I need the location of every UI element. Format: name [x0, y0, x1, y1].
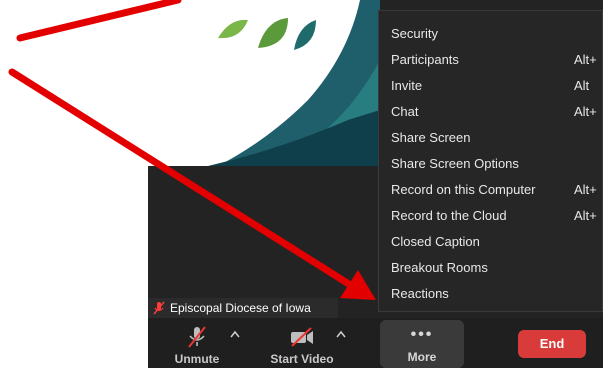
menu-item-shortcut: Alt+: [574, 182, 597, 197]
menu-item-share-screen-options[interactable]: Share Screen Options: [379, 151, 603, 177]
participant-name: Episcopal Diocese of Iowa: [170, 301, 311, 315]
menu-item-reactions[interactable]: Reactions: [379, 281, 603, 307]
menu-item-security[interactable]: Security: [379, 21, 603, 47]
more-menu: Security Participants Alt+ Invite Alt Ch…: [378, 10, 603, 312]
menu-item-chat[interactable]: Chat Alt+: [379, 99, 603, 125]
menu-item-label: Reactions: [391, 286, 449, 301]
menu-item-share-screen[interactable]: Share Screen: [379, 125, 603, 151]
mic-off-icon: [152, 301, 166, 315]
menu-item-shortcut: Alt+: [574, 208, 597, 223]
menu-item-label: Invite: [391, 78, 423, 93]
menu-item-label: Record to the Cloud: [391, 208, 507, 223]
start-video-label: Start Video: [270, 352, 334, 366]
more-dots-icon: •••: [410, 326, 434, 343]
mic-off-icon: [184, 326, 210, 348]
menu-item-shortcut: Alt+: [574, 52, 597, 67]
more-label: More: [407, 350, 437, 364]
menu-item-record-to-the-cloud[interactable]: Record to the Cloud Alt+: [379, 203, 603, 229]
menu-item-label: Breakout Rooms: [391, 260, 488, 275]
menu-item-label: Record on this Computer: [391, 182, 536, 197]
unmute-label: Unmute: [174, 352, 220, 366]
menu-item-invite[interactable]: Invite Alt: [379, 73, 603, 99]
menu-item-label: Share Screen Options: [391, 156, 519, 171]
menu-item-label: Closed Caption: [391, 234, 480, 249]
participant-name-tag: Episcopal Diocese of Iowa: [148, 298, 338, 318]
shared-video-tile: [148, 0, 380, 166]
menu-item-label: Share Screen: [391, 130, 471, 145]
caret-up-icon[interactable]: [336, 330, 346, 338]
unmute-button[interactable]: Unmute: [162, 318, 232, 368]
menu-item-shortcut: Alt+: [574, 104, 597, 119]
end-meeting-button[interactable]: End: [518, 330, 586, 358]
menu-item-breakout-rooms[interactable]: Breakout Rooms: [379, 255, 603, 281]
menu-item-label: Security: [391, 26, 438, 41]
more-button[interactable]: ••• More: [380, 320, 464, 368]
menu-item-closed-caption[interactable]: Closed Caption: [379, 229, 603, 255]
menu-item-record-on-this-computer[interactable]: Record on this Computer Alt+: [379, 177, 603, 203]
video-off-icon: [289, 326, 315, 348]
diocese-logo-image: [148, 0, 380, 166]
start-video-button[interactable]: Start Video: [258, 318, 346, 368]
menu-item-label: Chat: [391, 104, 419, 119]
menu-item-label: Participants: [391, 52, 459, 67]
caret-up-icon[interactable]: [230, 330, 240, 338]
menu-item-participants[interactable]: Participants Alt+: [379, 47, 603, 73]
menu-item-shortcut: Alt: [574, 78, 590, 93]
zoom-meeting-window: Episcopal Diocese of Iowa Unmute Start V…: [148, 0, 603, 368]
screenshot: Episcopal Diocese of Iowa Unmute Start V…: [0, 0, 603, 368]
